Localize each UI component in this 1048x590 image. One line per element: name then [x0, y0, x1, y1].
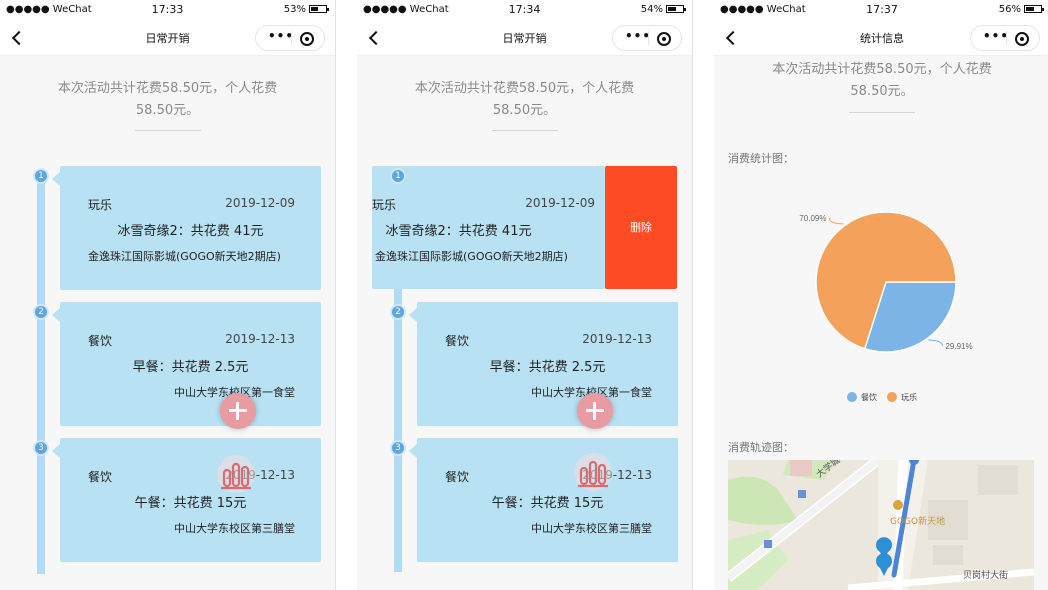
stats-button[interactable]	[573, 452, 613, 492]
expense-title: 早餐：共花费 2.5元	[489, 360, 606, 375]
summary-line-2: 58.50元。	[850, 84, 914, 99]
battery-indicator: 54%	[640, 4, 686, 15]
expense-category: 餐饮	[445, 334, 470, 348]
track-map[interactable]: 大学城中环东 GOGO新天地 贝岗村大街	[728, 460, 1034, 590]
pie-leader-1	[829, 217, 844, 225]
timeline-badge: 2	[33, 304, 49, 320]
capsule-divider	[291, 31, 292, 45]
legend-swatch-1[interactable]	[887, 392, 897, 402]
summary-line-1: 本次活动共计花费58.50元，个人花费	[57, 81, 278, 96]
expense-title: 冰雪奇缘2：共花费 41元	[385, 224, 532, 239]
status-bar: ●●●●● WeChat 17:34 54%	[357, 0, 692, 20]
expense-title: 冰雪奇缘2：共花费 41元	[117, 224, 264, 239]
expense-location: 中山大学东校区第三膳堂	[174, 522, 295, 535]
expense-location: 中山大学东校区第三膳堂	[531, 522, 652, 535]
battery-icon	[666, 5, 686, 13]
mini-program-capsule: •••	[612, 25, 682, 51]
mini-program-capsule: •••	[255, 25, 325, 51]
expense-title: 午餐：共花费 15元	[491, 496, 604, 511]
expense-card[interactable]: 玩乐 2019-12-09 冰雪奇缘2：共花费 41元 金逸珠江国际影城(GOG…	[52, 166, 321, 290]
target-icon[interactable]	[657, 32, 671, 46]
expense-date: 2019-12-09	[225, 196, 295, 210]
status-bar: ●●●●● WeChat 17:33 53%	[0, 0, 335, 20]
expense-date: 2019-12-13	[582, 332, 652, 346]
timeline-badge: 3	[33, 440, 49, 456]
pie-chart: 29.91% 70.09% 餐饮 玩乐	[714, 175, 1048, 420]
expense-category: 餐饮	[88, 334, 113, 348]
battery-percent: 56%	[998, 4, 1021, 15]
expense-date: 2019-12-13	[225, 332, 295, 346]
capsule-divider	[648, 31, 649, 45]
expense-location: 金逸珠江国际影城(GOGO新天地2期店)	[88, 250, 281, 263]
expense-category: 餐饮	[88, 470, 113, 484]
summary-line-1: 本次活动共计花费58.50元，个人花费	[772, 62, 992, 77]
map-road-label: 贝岗村大街	[963, 571, 1009, 581]
pie-leader-0	[928, 339, 943, 347]
battery-indicator: 56%	[998, 4, 1044, 15]
expense-category: 玩乐	[372, 198, 397, 212]
target-icon[interactable]	[300, 32, 314, 46]
timeline-badge: 3	[390, 440, 406, 456]
timeline-line	[37, 176, 45, 574]
add-expense-button[interactable]	[220, 393, 256, 429]
pie-data-label-0: 29.91%	[945, 342, 972, 351]
expense-summary: 本次活动共计花费58.50元，个人花费 58.50元。	[754, 59, 1010, 103]
map-poi-label: GOGO新天地	[890, 517, 946, 527]
expense-title: 午餐：共花费 15元	[134, 496, 247, 511]
expense-category: 餐饮	[445, 470, 470, 484]
battery-indicator: 53%	[283, 4, 329, 15]
status-bar: ●●●●● WeChat 17:37 56%	[714, 0, 1048, 20]
battery-percent: 54%	[640, 4, 663, 15]
battery-percent: 53%	[283, 4, 306, 15]
summary-divider	[135, 130, 201, 131]
pie-chart-svg: 29.91% 70.09% 餐饮 玩乐	[799, 211, 973, 402]
summary-divider	[849, 112, 915, 113]
expense-card[interactable]: 餐饮 2019-12-13 早餐：共花费 2.5元 中山大学东校区第一食堂	[52, 302, 321, 426]
expense-date: 2019-12-09	[525, 196, 595, 210]
nav-bar: 日常开销 •••	[357, 20, 692, 56]
expense-category: 玩乐	[88, 198, 113, 212]
phone-screen-list-swiped: ●●●●● WeChat 17:34 54% 日常开销 ••• 本次活动共计花费…	[357, 0, 693, 590]
legend-swatch-0[interactable]	[847, 392, 857, 402]
expense-title: 早餐：共花费 2.5元	[132, 360, 249, 375]
bar-chart-icon	[217, 455, 255, 493]
target-icon[interactable]	[1015, 32, 1029, 46]
timeline-badge: 1	[33, 168, 49, 184]
delete-button[interactable]: 删除	[605, 166, 677, 289]
expense-location: 金逸珠江国际影城(GOGO新天地2期店)	[375, 250, 568, 263]
phone-screen-stats: ●●●●● WeChat 17:37 56% 统计信息 ••• 本次活动共计花费…	[714, 0, 1048, 590]
nav-bar: 日常开销 •••	[0, 20, 335, 56]
summary-line-2: 58.50元。	[492, 103, 557, 118]
legend-label-0[interactable]: 餐饮	[861, 392, 877, 402]
summary-line-1: 本次活动共计花费58.50元，个人花费	[414, 81, 635, 96]
bar-chart-icon	[574, 453, 612, 491]
nav-bar: 统计信息 •••	[714, 20, 1048, 56]
timeline-badge: 2	[390, 304, 406, 320]
expense-summary: 本次活动共计花费58.50元，个人花费 58.50元。	[40, 78, 295, 122]
add-expense-button[interactable]	[577, 393, 613, 429]
phone-screen-list: ●●●●● WeChat 17:33 53% 日常开销 ••• 本次活动共计花费…	[0, 0, 336, 590]
timeline-badge: 1	[390, 168, 406, 184]
legend-label-1[interactable]: 玩乐	[901, 392, 917, 402]
map-section-label: 消费轨迹图：	[728, 441, 794, 454]
capsule-divider	[1006, 31, 1007, 45]
expense-summary: 本次活动共计花费58.50元，个人花费 58.50元。	[397, 78, 652, 122]
expense-card[interactable]: 餐饮 2019-12-13 早餐：共花费 2.5元 中山大学东校区第一食堂	[409, 302, 678, 426]
expense-card[interactable]: 餐饮 2019-12-13 午餐：共花费 15元 中山大学东校区第三膳堂	[52, 438, 321, 562]
pie-data-label-1: 70.09%	[799, 214, 826, 223]
summary-divider	[492, 130, 558, 131]
chart-section-label: 消费统计图：	[728, 152, 794, 165]
summary-line-2: 58.50元。	[135, 103, 200, 118]
mini-program-capsule: •••	[970, 25, 1040, 51]
battery-icon	[309, 5, 329, 13]
battery-icon	[1024, 5, 1044, 13]
stats-button[interactable]	[216, 454, 256, 494]
expense-card-swiped[interactable]: 玩乐 2019-12-09 冰雪奇缘2：共花费 41元 金逸珠江国际影城(GOG…	[372, 166, 605, 289]
expense-card[interactable]: 餐饮 2019-12-13 午餐：共花费 15元 中山大学东校区第三膳堂	[409, 438, 678, 562]
